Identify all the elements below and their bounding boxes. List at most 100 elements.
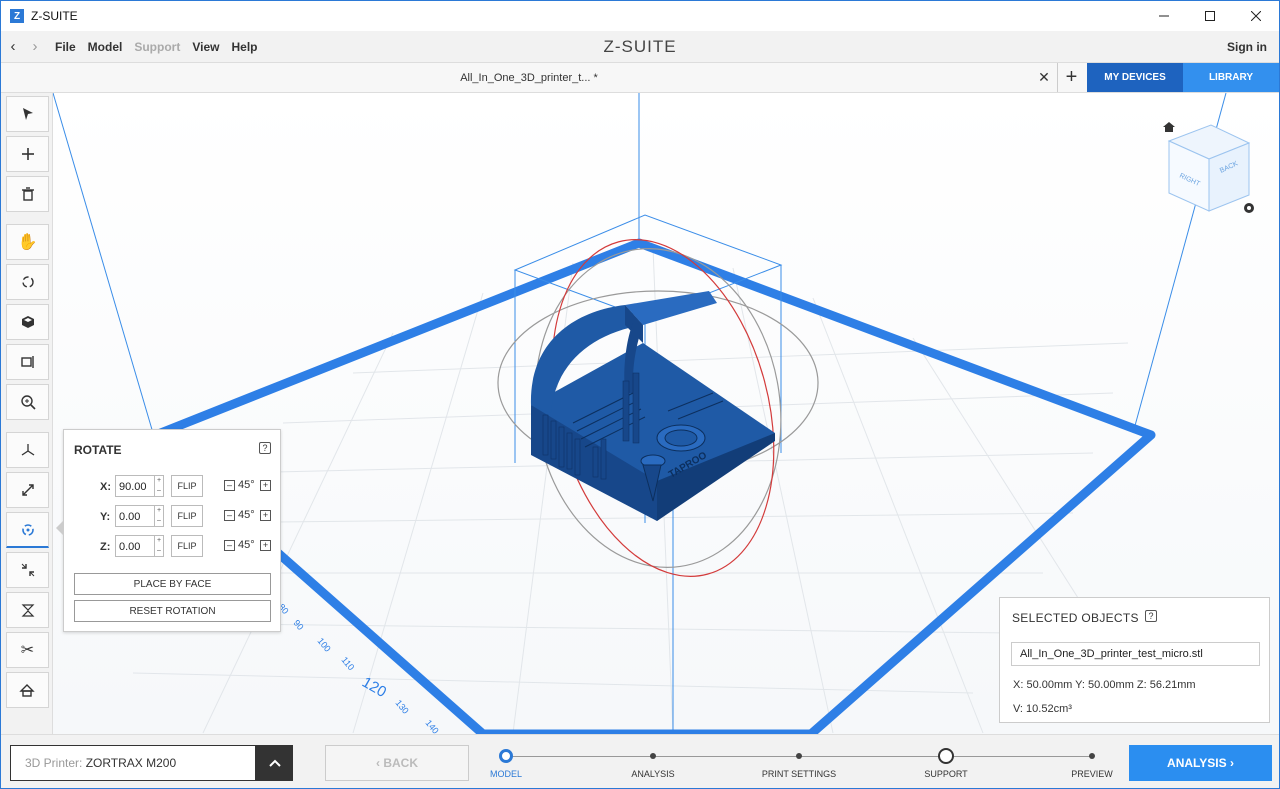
ruler-label: 110 — [339, 655, 356, 672]
y-step-label: 45° — [238, 509, 255, 521]
x-step-label: 45° — [238, 479, 255, 491]
rotate-icon[interactable] — [6, 512, 49, 548]
model-mesh[interactable]: TAPROO — [530, 291, 775, 521]
autoscale-icon[interactable] — [6, 552, 49, 588]
sign-in-link[interactable]: Sign in — [1227, 40, 1267, 54]
lock-icon — [938, 748, 954, 764]
printer-value: ZORTRAX M200 — [85, 756, 177, 770]
selected-dimensions: X: 50.00mm Y: 50.00mm Z: 56.21mm — [1013, 679, 1196, 691]
my-devices-button[interactable]: MY DEVICES — [1087, 63, 1183, 92]
step-label-model: MODEL — [489, 769, 522, 779]
menu-help[interactable]: Help — [231, 40, 257, 54]
cut-icon[interactable]: ✂ — [6, 632, 49, 668]
view-cube[interactable]: RIGHT BACK — [1167, 124, 1251, 212]
x-axis-label: X: — [100, 481, 111, 493]
scale-icon[interactable] — [6, 472, 49, 508]
analysis-button[interactable]: ANALYSIS › — [1129, 745, 1272, 781]
close-icon[interactable] — [1233, 1, 1279, 31]
back-arrow-icon[interactable]: ‹ — [3, 38, 23, 55]
x-plus-45-button[interactable]: + — [260, 480, 271, 491]
back-button[interactable]: ‹ BACK — [325, 745, 469, 781]
z-minus-45-button[interactable]: – — [224, 540, 235, 551]
z-step-label: 45° — [238, 539, 255, 551]
view-home-icon[interactable] — [1163, 122, 1175, 132]
x-minus-45-button[interactable]: – — [224, 480, 235, 491]
rotate-help-icon[interactable]: ? — [259, 442, 271, 454]
place-by-face-button[interactable]: PLACE BY FACE — [74, 573, 271, 595]
app-logo-icon: Z — [10, 9, 24, 23]
z-stepper[interactable]: + – — [154, 535, 164, 557]
library-button[interactable]: LIBRARY — [1183, 63, 1279, 92]
menu-file[interactable]: File — [55, 40, 76, 54]
reset-rotation-button[interactable]: RESET ROTATION — [74, 600, 271, 622]
step-analysis[interactable]: ANALYSIS — [598, 735, 708, 788]
menu-model[interactable]: Model — [88, 40, 123, 54]
bottom-bar: 3D Printer: ZORTRAX M200 ‹ BACK MODEL AN… — [1, 734, 1279, 788]
close-tab-icon[interactable]: ✕ — [1031, 63, 1057, 92]
selected-volume: V: 10.52cm³ — [1013, 703, 1072, 715]
y-plus-45-button[interactable]: + — [260, 510, 271, 521]
tab-document[interactable]: All_In_One_3D_printer_t... * — [1, 63, 1057, 92]
ruler-label: 130 — [393, 698, 410, 716]
workflow-steps: MODEL ANALYSIS PRINT SETTINGS SUPPORT PR… — [486, 735, 1116, 788]
menu-support[interactable]: Support — [134, 40, 180, 54]
ruler-label: 140 — [423, 718, 440, 734]
rotate-z-row: Z: 0.00 + – FLIP – 45° + — [64, 535, 282, 559]
printer-label: 3D Printer: — [25, 756, 86, 770]
tab-bar: All_In_One_3D_printer_t... * ✕ + MY DEVI… — [1, 63, 1279, 93]
y-rotation-input[interactable]: 0.00 — [115, 505, 155, 527]
step-dot — [650, 753, 656, 759]
x-flip-button[interactable]: FLIP — [171, 475, 203, 497]
selected-help-icon[interactable]: ? — [1145, 610, 1157, 622]
delete-icon[interactable] — [6, 176, 49, 212]
y-minus-45-button[interactable]: – — [224, 510, 235, 521]
mirror-icon[interactable] — [6, 592, 49, 628]
app-window: Z Z-SUITE Z-SUITE ‹ › File Model Support… — [0, 0, 1280, 789]
selected-file-field[interactable]: All_In_One_3D_printer_test_micro.stl — [1011, 642, 1260, 666]
menu-bar: Z-SUITE ‹ › File Model Support View Help… — [1, 31, 1279, 63]
fit-icon[interactable] — [6, 344, 49, 380]
z-axis-label: Z: — [100, 541, 111, 553]
printer-selector[interactable]: 3D Printer: ZORTRAX M200 — [10, 745, 256, 781]
z-flip-button[interactable]: FLIP — [171, 535, 203, 557]
left-toolbar: ✋ ✂ — [1, 93, 53, 734]
z-plus-45-button[interactable]: + — [260, 540, 271, 551]
ruler-label: 100 — [315, 636, 332, 654]
step-dot — [796, 753, 802, 759]
rotate-panel-title: ROTATE — [74, 443, 122, 457]
ruler-label: 90 — [291, 618, 305, 632]
maximize-icon[interactable] — [1187, 1, 1233, 31]
minimize-icon[interactable] — [1141, 1, 1187, 31]
add-icon[interactable] — [6, 136, 49, 172]
move-icon[interactable] — [6, 432, 49, 468]
step-model[interactable]: MODEL — [451, 735, 561, 788]
window-title: Z-SUITE — [31, 9, 78, 23]
chevron-up-icon[interactable] — [256, 745, 293, 781]
step-label-print-settings: PRINT SETTINGS — [761, 769, 837, 779]
forward-arrow-icon[interactable]: › — [25, 38, 45, 55]
y-flip-button[interactable]: FLIP — [171, 505, 203, 527]
title-bar: Z Z-SUITE — [1, 1, 1279, 31]
view-cube-icon[interactable] — [6, 304, 49, 340]
zoom-icon[interactable] — [6, 384, 49, 420]
step-label-support: SUPPORT — [924, 769, 968, 779]
step-active-indicator — [499, 749, 513, 763]
step-label-analysis: ANALYSIS — [631, 769, 675, 779]
menu-view[interactable]: View — [192, 40, 219, 54]
selected-objects-panel: SELECTED OBJECTS ? All_In_One_3D_printer… — [999, 597, 1270, 723]
step-support[interactable]: SUPPORT — [891, 735, 1001, 788]
select-icon[interactable] — [6, 96, 49, 132]
orbit-icon[interactable] — [6, 264, 49, 300]
rotate-panel: ROTATE ? X: 90.00 + – FLIP – 45° + Y: 0.0… — [56, 429, 282, 632]
rotate-y-row: Y: 0.00 + – FLIP – 45° + — [64, 505, 282, 529]
home-view-icon[interactable] — [6, 672, 49, 708]
view-settings-icon[interactable] — [1244, 203, 1254, 213]
add-tab-icon[interactable]: + — [1057, 63, 1085, 92]
step-dot — [1089, 753, 1095, 759]
step-print-settings[interactable]: PRINT SETTINGS — [744, 735, 854, 788]
x-stepper[interactable]: + – — [154, 475, 164, 497]
z-rotation-input[interactable]: 0.00 — [115, 535, 155, 557]
pan-icon[interactable]: ✋ — [6, 224, 49, 260]
x-rotation-input[interactable]: 90.00 — [115, 475, 155, 497]
y-stepper[interactable]: + – — [154, 505, 164, 527]
